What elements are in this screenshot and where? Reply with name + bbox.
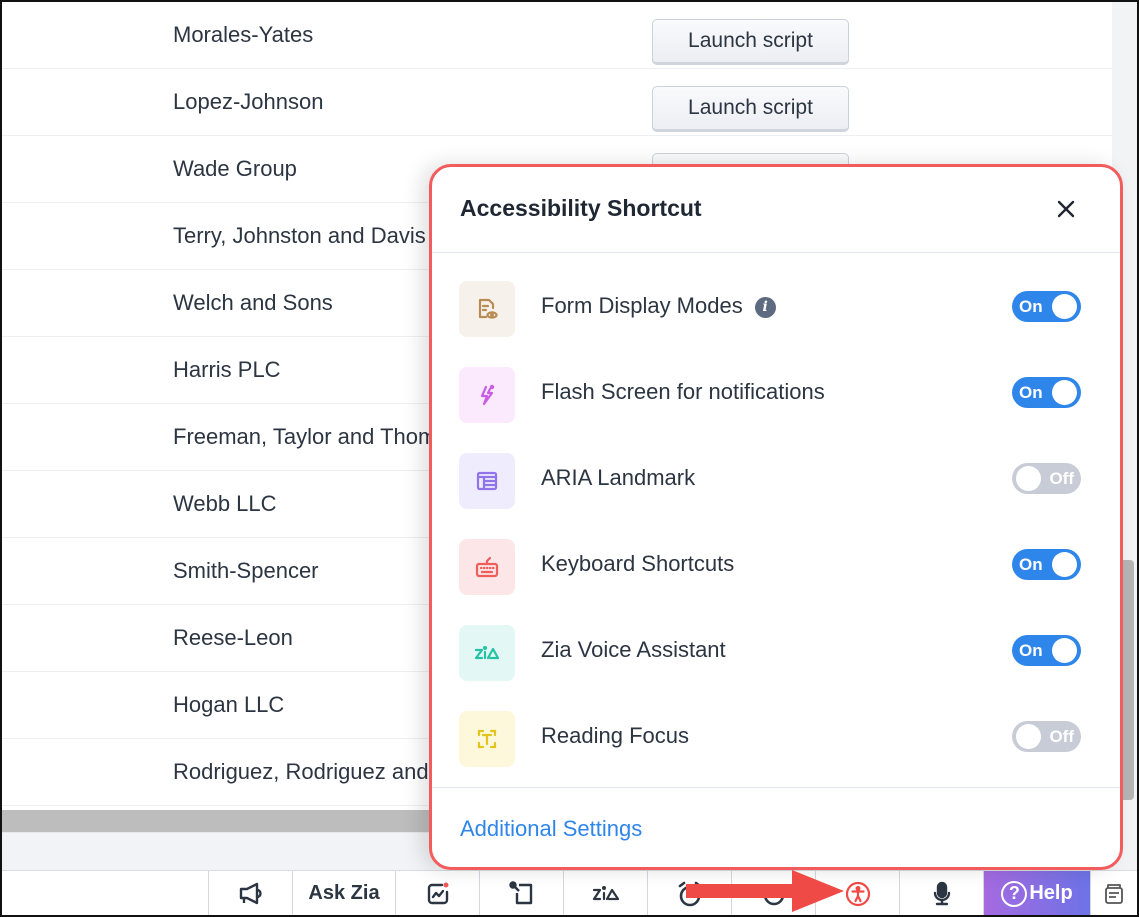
voice-button[interactable] (899, 871, 983, 916)
record-name[interactable]: Terry, Johnston and Davis (173, 203, 426, 269)
record-name[interactable]: Smith-Spencer (173, 538, 319, 604)
aria-landmark-toggle[interactable]: Off (1012, 463, 1081, 494)
record-name[interactable]: Morales-Yates (173, 2, 313, 68)
form-eye-icon (459, 281, 515, 337)
clock-icon (763, 884, 784, 905)
option-form-display-modes: Form Display Modes i On (432, 281, 1120, 367)
alarm-clock-icon (678, 881, 701, 906)
form-display-modes-toggle[interactable]: On (1012, 291, 1081, 322)
option-label: Form Display Modes (541, 293, 743, 318)
ask-zia-button[interactable]: Ask Zia (292, 871, 395, 916)
record-name[interactable]: Hogan LLC (173, 672, 284, 738)
launch-script-button[interactable]: Launch script (652, 86, 849, 132)
flash-screen-toggle[interactable]: On (1012, 377, 1081, 408)
microphone-icon (933, 881, 950, 905)
record-name[interactable]: Harris PLC (173, 337, 281, 403)
chart-icon (427, 882, 448, 904)
info-icon[interactable]: i (754, 297, 776, 318)
keyboard-shortcuts-toggle[interactable]: On (1012, 549, 1081, 580)
bottom-toolbar: Ask Zia ? Help (2, 870, 1137, 916)
timer-button[interactable] (731, 871, 815, 916)
megaphone-icon (239, 882, 262, 904)
record-name[interactable]: Lopez-Johnson (173, 69, 323, 135)
zia-button[interactable] (563, 871, 647, 916)
option-reading-focus: Reading Focus Off (432, 711, 1120, 797)
option-label: ARIA Landmark (541, 465, 696, 490)
option-label: Flash Screen for notifications (541, 379, 825, 404)
flash-icon (459, 367, 515, 423)
additional-settings-link[interactable]: Additional Settings (460, 816, 642, 842)
zia-icon (592, 885, 619, 900)
reminders-button[interactable] (647, 871, 731, 916)
popup-header: Accessibility Shortcut (432, 167, 1120, 253)
toggle-state: Off (1049, 727, 1074, 746)
close-button[interactable] (1052, 195, 1080, 223)
accessibility-icon (845, 881, 870, 906)
toggle-state: On (1019, 383, 1043, 402)
record-name[interactable]: Freeman, Taylor and Thomas (173, 404, 460, 470)
toggle-state: On (1019, 297, 1043, 316)
keyboard-icon (459, 539, 515, 595)
toggle-state: On (1019, 641, 1043, 660)
zia-icon (459, 625, 515, 681)
list-row[interactable]: Morales-Yates Launch script (2, 2, 1112, 69)
record-name[interactable]: Rodriguez, Rodriguez and (173, 739, 429, 805)
accessibility-shortcut-popup: Accessibility Shortcut Form Display Mode… (429, 164, 1123, 870)
layout-icon (459, 453, 515, 509)
help-icon: ? (1001, 880, 1028, 907)
announcements-button[interactable] (208, 871, 292, 916)
sticky-note-icon (508, 880, 532, 904)
notes-button[interactable] (479, 871, 563, 916)
record-name[interactable]: Webb LLC (173, 471, 277, 537)
toggle-state: Off (1049, 469, 1074, 488)
option-label: Zia Voice Assistant (541, 637, 726, 662)
option-label: Reading Focus (541, 723, 689, 748)
option-label: Keyboard Shortcuts (541, 551, 735, 576)
help-button[interactable]: ? Help (983, 871, 1090, 916)
zia-voice-assistant-toggle[interactable]: On (1012, 635, 1081, 666)
record-name[interactable]: Reese-Leon (173, 605, 293, 671)
list-row[interactable]: Lopez-Johnson Launch script (2, 69, 1112, 136)
option-keyboard-shortcuts: Keyboard Shortcuts On (432, 539, 1120, 625)
record-name[interactable]: Welch and Sons (173, 270, 333, 336)
accessibility-button[interactable] (815, 871, 899, 916)
messages-icon (1105, 883, 1123, 904)
option-zia-voice-assistant: Zia Voice Assistant On (432, 625, 1120, 711)
messages-button[interactable] (1090, 871, 1137, 916)
close-icon (1057, 200, 1075, 218)
record-name[interactable]: Wade Group (173, 136, 297, 202)
divider (432, 787, 1120, 788)
analytics-button[interactable] (395, 871, 479, 916)
option-flash-screen: Flash Screen for notifications On (432, 367, 1120, 453)
launch-script-button[interactable]: Launch script (652, 19, 849, 65)
option-aria-landmark: ARIA Landmark Off (432, 453, 1120, 539)
ask-zia-label: Ask Zia (308, 882, 380, 904)
popup-title: Accessibility Shortcut (460, 195, 702, 221)
help-label: Help (1029, 882, 1073, 904)
toggle-state: On (1019, 555, 1043, 574)
reading-focus-icon (459, 711, 515, 767)
reading-focus-toggle[interactable]: Off (1012, 721, 1081, 752)
